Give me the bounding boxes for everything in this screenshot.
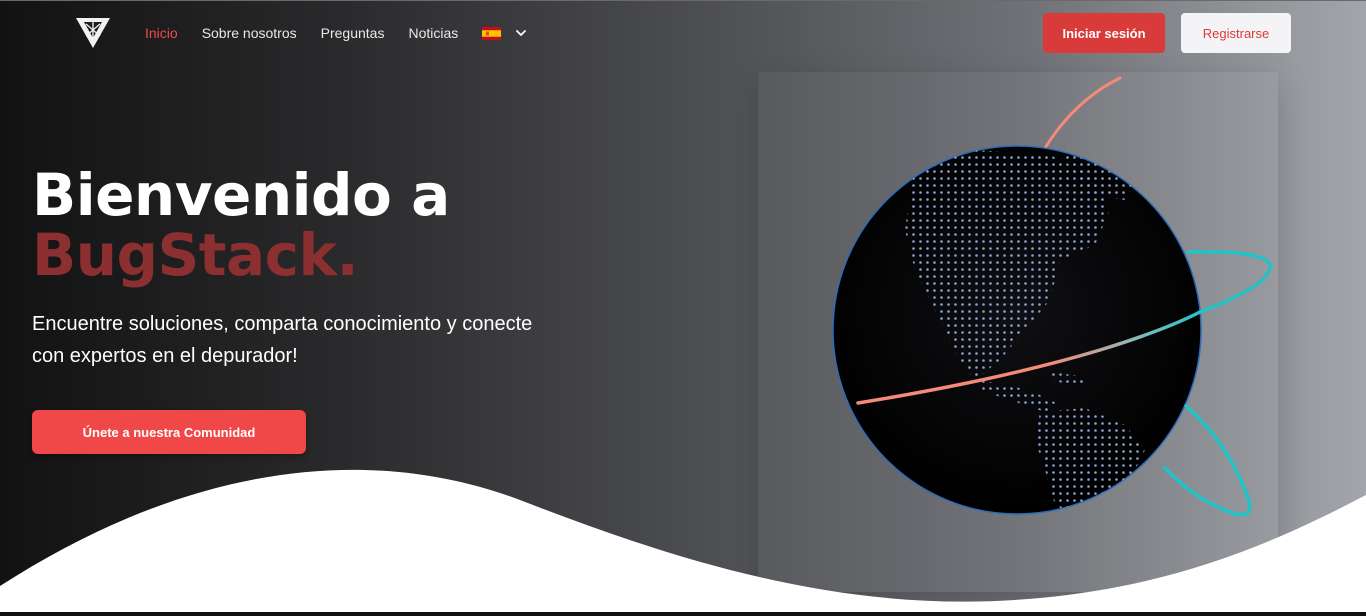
- bottom-border: [0, 612, 1366, 616]
- nav-item-sobre-nosotros[interactable]: Sobre nosotros: [202, 24, 297, 42]
- bugstack-logo[interactable]: [74, 16, 112, 50]
- chevron-down-icon[interactable]: [515, 27, 527, 39]
- main-nav: Inicio Sobre nosotros Preguntas Noticias: [145, 24, 527, 42]
- nav-item-inicio[interactable]: Inicio: [145, 24, 178, 42]
- nav-item-preguntas[interactable]: Preguntas: [321, 24, 385, 42]
- spain-flag-icon: [482, 26, 502, 40]
- nav-item-noticias[interactable]: Noticias: [408, 24, 458, 42]
- login-button[interactable]: Iniciar sesión: [1043, 13, 1165, 53]
- register-button[interactable]: Registrarse: [1181, 13, 1291, 53]
- hero-brand-name: BugStack.: [32, 221, 359, 289]
- hero-title: Bienvenido a: [32, 161, 450, 229]
- join-community-button[interactable]: Únete a nuestra Comunidad: [32, 410, 306, 454]
- language-selector[interactable]: [482, 26, 527, 40]
- hero-subtitle: Encuentre soluciones, comparta conocimie…: [32, 313, 533, 367]
